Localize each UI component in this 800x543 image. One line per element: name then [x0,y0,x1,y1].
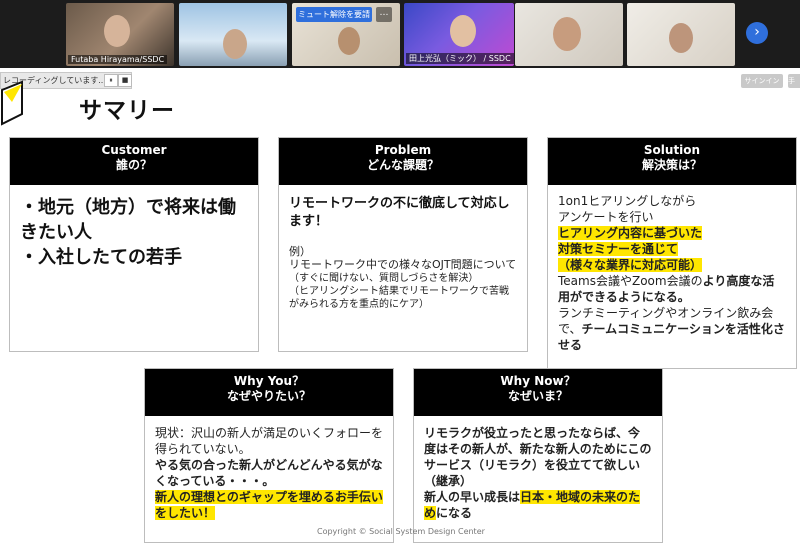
why-now-line: 新人の早い成長は日本・地域の未来のためになる [424,489,652,521]
solution-text: ランチミーティングやオンライン飲み会で、チームコミュニケーションを活性化させる [558,305,786,353]
signin-button[interactable]: サインイン [741,74,783,88]
more-options-button[interactable]: … [376,7,392,22]
why-you-highlight: 新人の理想とのギャップを埋めるお手伝いをしたい！ [155,490,383,520]
why-now-subtitle: なぜいま？ [507,389,568,403]
why-you-title: Why You？ [233,374,305,388]
participant-avatar [450,15,476,47]
pause-recording-button[interactable]: ⏸ [104,74,118,87]
why-you-subtitle: なぜやりたい？ [226,389,311,403]
solution-line: 1on1ヒアリングしながら [558,194,697,208]
problem-note: （ヒアリングシート結果でリモートワークで苦戦がみられる方を重点的にケア） [289,286,509,310]
problem-note: （すぐに聞けない、質問しづらさを解決） [289,273,479,284]
participant-tile[interactable] [179,3,287,66]
participant-name: Futaba Hirayama/SSDC [68,55,168,64]
solution-text: Teams会議やZoom会議のより高度な活用ができるようになる。 [558,273,786,305]
participant-tile[interactable]: ミュート解除を要請 … [292,3,400,66]
customer-line: ・地元（地方）で将来は働きたい人 [20,197,236,243]
solution-highlight: ヒアリング内容に基づいた [558,226,703,240]
participant-name: 田上光弘（ミック） / SSDC [406,53,514,64]
participant-avatar [104,15,130,47]
hand-button[interactable]: 手 [788,74,800,88]
problem-header: Problem どんな課題？ [279,138,527,185]
problem-card: Problem どんな課題？ リモートワークの不に徹底して対応します！ 例） リ… [278,137,528,352]
chevron-right-icon[interactable]: › [746,22,768,44]
copyright: Copyright © Social System Design Center [317,527,485,536]
problem-example-label: 例） [289,245,311,258]
page-title: サマリー [79,98,175,124]
why-you-card: Why You？ なぜやりたい？ 現状：沢山の新人が満足のいくフォローを得られて… [144,368,394,543]
solution-text-bold: ができるようになる。 [570,290,690,304]
participant-avatar [669,23,693,53]
solution-highlight: （様々な業界に対応可能） [558,258,703,272]
customer-card: Customer 誰の？ ・地元（地方）で将来は働きたい人 ・入社したての若手 [9,137,259,352]
request-unmute-button[interactable]: ミュート解除を要請 [296,7,372,22]
solution-line: アンケートを行い [558,210,654,224]
participant-avatar [338,27,360,55]
solution-highlight: 対策セミナーを通じて [558,242,679,256]
solution-card: Solution 解決策は？ 1on1ヒアリングしながら アンケートを行い ヒア… [547,137,797,369]
why-now-text: になる [436,506,473,520]
problem-main: リモートワークの不に徹底して対応します！ [289,196,510,229]
solution-text-bold: チームコミュニケーションを活性化させる [558,322,785,352]
participant-tile[interactable]: Futaba Hirayama/SSDC [66,3,174,66]
participant-avatar [223,29,247,59]
problem-example: リモートワーク中での様々なOJT問題について [289,258,517,271]
why-now-line: リモラクが役立ったと思ったならば、今度はその新人が、新たな新人のためにこのサービ… [424,425,652,489]
why-you-header: Why You？ なぜやりたい？ [145,369,393,416]
why-now-header: Why Now？ なぜいま？ [414,369,662,416]
why-you-line: 現状：沢山の新人が満足のいくフォローを得られていない。 [155,426,384,456]
participant-tile[interactable] [627,3,735,66]
customer-header: Customer 誰の？ [10,138,258,185]
problem-subtitle: どんな課題？ [366,158,439,172]
participant-tile-active-speaker[interactable]: 田上光弘（ミック） / SSDC [404,3,514,66]
participant-tile[interactable] [515,3,623,66]
solution-title: Solution [643,143,701,157]
why-now-text: 新人の早い成長は [424,490,521,504]
solution-text-part: Teams会議やZoom会議の [558,274,703,288]
why-you-line: やる気の合った新人がどんどんやる気がなくなっている・・・。 [155,458,383,488]
customer-subtitle: 誰の？ [115,158,152,172]
problem-title: Problem [374,143,432,157]
video-participant-strip: Futaba Hirayama/SSDC ミュート解除を要請 … 田上光弘（ミッ… [0,0,800,68]
solution-header: Solution 解決策は？ [548,138,796,185]
why-now-card: Why Now？ なぜいま？ リモラクが役立ったと思ったならば、今度はその新人が… [413,368,663,543]
stop-recording-button[interactable]: ■ [118,74,132,87]
logo-icon [1,80,23,126]
why-now-title: Why Now？ [500,374,576,388]
participant-avatar [553,17,581,51]
why-now-bold: リモラク [424,426,473,440]
solution-subtitle: 解決策は？ [641,158,702,172]
customer-title: Customer [101,143,167,157]
customer-line: ・入社したての若手 [20,247,182,268]
